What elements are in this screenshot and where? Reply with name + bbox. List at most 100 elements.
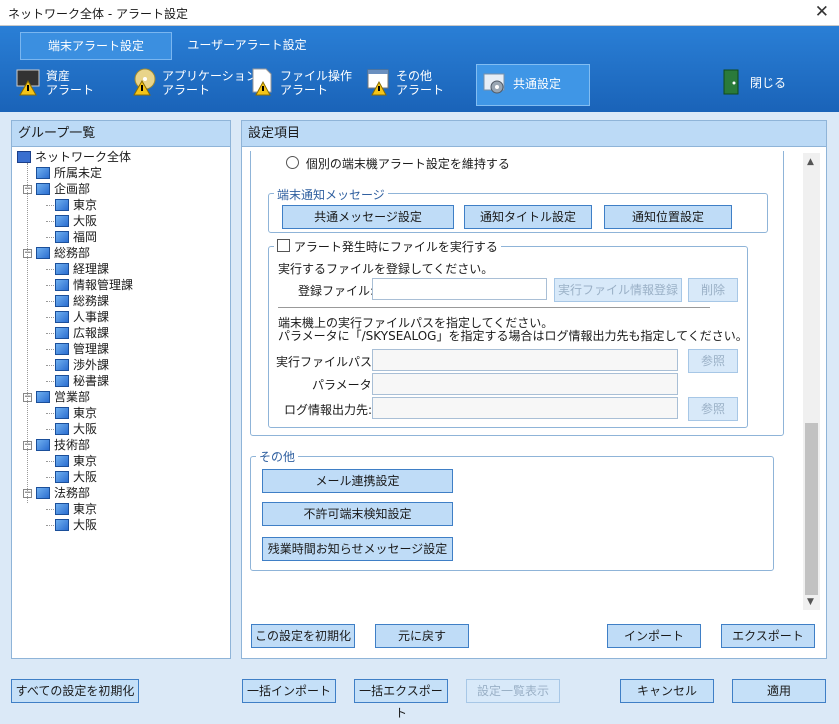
tree-node-label: 大阪	[73, 518, 98, 532]
file-operation-alert-button[interactable]: ファイル操作 アラート	[250, 64, 355, 104]
app-label-1: アプリケーション	[162, 69, 258, 83]
group-icon	[55, 455, 69, 467]
settings-scrollbar[interactable]: ▲ ▼	[803, 153, 820, 610]
bulk-import-button[interactable]: 一括インポート	[242, 679, 336, 703]
asset-warning-icon	[16, 69, 40, 96]
exec-file-info-button[interactable]: 実行ファイル情報登録	[554, 278, 682, 302]
file-label-2: アラート	[280, 83, 329, 97]
tree-node[interactable]: 総務課	[55, 293, 109, 309]
delete-button[interactable]: 削除	[688, 278, 738, 302]
tab-user-alert[interactable]: ユーザーアラート設定	[172, 32, 322, 58]
other-label-1: その他	[396, 69, 433, 83]
tree-node[interactable]: 法務部	[36, 485, 90, 501]
export-button[interactable]: エクスポート	[721, 624, 815, 648]
tree-node[interactable]: 経理課	[55, 261, 109, 277]
apply-button[interactable]: 適用	[732, 679, 826, 703]
tree-node-label: 総務課	[73, 294, 110, 308]
browse-path-button[interactable]: 参照	[688, 349, 738, 373]
close-button[interactable]: 閉じる	[720, 64, 800, 104]
application-alert-button[interactable]: アプリケーション アラート	[132, 64, 258, 104]
tree-node-label: 広報課	[73, 326, 110, 340]
tree-node[interactable]: 渉外課	[55, 357, 109, 373]
tree-connector	[46, 525, 54, 526]
tree-node[interactable]: 管理課	[55, 341, 109, 357]
tree-connector	[46, 269, 54, 270]
exec-path-input[interactable]	[372, 349, 678, 371]
scroll-down-icon[interactable]: ▼	[807, 597, 814, 607]
tree-node[interactable]: 大阪	[55, 213, 97, 229]
tree-node[interactable]: 福岡	[55, 229, 97, 245]
log-output-label: ログ情報出力先:	[284, 403, 373, 417]
tree-connector	[46, 349, 54, 350]
tree-connector	[46, 381, 54, 382]
tree-node[interactable]: 東京	[55, 405, 97, 421]
tree-connector	[46, 429, 54, 430]
tree-node[interactable]: 東京	[55, 501, 97, 517]
tree-node[interactable]: ネットワーク全体	[17, 149, 131, 165]
tree-node-label: 東京	[73, 198, 98, 212]
tree-node[interactable]: 所属未定	[36, 165, 102, 181]
common-settings-button[interactable]: 共通設定	[476, 64, 590, 106]
unauthorized-detection-button[interactable]: 不許可端末検知設定	[262, 502, 453, 526]
settings-list-button[interactable]: 設定一覧表示	[466, 679, 560, 703]
tree-node[interactable]: 広報課	[55, 325, 109, 341]
tab-label: ユーザーアラート設定	[187, 38, 307, 52]
scroll-up-icon[interactable]: ▲	[807, 157, 814, 167]
group-icon	[55, 359, 69, 371]
tree-node[interactable]: 東京	[55, 197, 97, 213]
title-bar: ネットワーク全体 - アラート設定 ✕	[0, 0, 839, 26]
tree-node[interactable]: 技術部	[36, 437, 90, 453]
group-icon	[55, 423, 69, 435]
tree-connector	[46, 317, 54, 318]
bulk-export-button[interactable]: 一括エクスポート	[354, 679, 448, 720]
other-alert-button[interactable]: その他 アラート	[366, 64, 466, 104]
tree-node[interactable]: 営業部	[36, 389, 90, 405]
scroll-thumb[interactable]	[805, 423, 818, 595]
tree-node-label: 大阪	[73, 422, 98, 436]
revert-button[interactable]: 元に戻す	[375, 624, 469, 648]
settings-content: 個別の端末機アラート設定を維持する 端末通知メッセージ 共通メッセージ設定 通知…	[250, 151, 800, 609]
window-warning-icon	[367, 69, 389, 96]
group-icon	[55, 311, 69, 323]
common-settings-label: 共通設定	[513, 77, 562, 91]
tab-terminal-alert[interactable]: 端末アラート設定	[20, 32, 172, 60]
tree-node[interactable]: 大阪	[55, 421, 97, 437]
exec-checkbox[interactable]: アラート発生時にファイルを実行する	[274, 238, 501, 255]
tree-node[interactable]: 大阪	[55, 469, 97, 485]
common-message-button[interactable]: 共通メッセージ設定	[282, 205, 454, 229]
asset-label-2: アラート	[46, 83, 95, 97]
tree-node-label: 営業部	[54, 390, 91, 404]
close-icon[interactable]: ✕	[815, 2, 829, 22]
file-warning-icon	[252, 68, 272, 96]
overtime-message-button[interactable]: 残業時間お知らせメッセージ設定	[262, 537, 453, 561]
reset-all-button[interactable]: すべての設定を初期化	[11, 679, 139, 703]
tree-node[interactable]: 人事課	[55, 309, 109, 325]
group-icon	[36, 183, 50, 195]
tree-node-label: 秘書課	[73, 374, 110, 388]
keep-individual-radio[interactable]: 個別の端末機アラート設定を維持する	[286, 155, 510, 172]
notify-title-button[interactable]: 通知タイトル設定	[464, 205, 592, 229]
tree-node[interactable]: 秘書課	[55, 373, 109, 389]
tree-node[interactable]: 総務部	[36, 245, 90, 261]
tree-node-label: 東京	[73, 406, 98, 420]
tree-node[interactable]: 大阪	[55, 517, 97, 533]
register-file-input[interactable]	[372, 278, 547, 300]
notify-position-button[interactable]: 通知位置設定	[604, 205, 732, 229]
log-output-input[interactable]	[372, 397, 678, 419]
asset-alert-button[interactable]: 資産 アラート	[16, 64, 116, 104]
parameter-input[interactable]	[372, 373, 678, 395]
import-button[interactable]: インポート	[607, 624, 701, 648]
mail-integration-button[interactable]: メール連携設定	[262, 469, 453, 493]
exec-note-2: パラメータに「/SKYSEALOG」を指定する場合はログ情報出力先も指定してくだ…	[278, 329, 748, 343]
group-icon	[55, 199, 69, 211]
tree-node[interactable]: 情報管理課	[55, 277, 133, 293]
tree-node-label: 福岡	[73, 230, 98, 244]
tree-connector	[46, 285, 54, 286]
cancel-button[interactable]: キャンセル	[620, 679, 714, 703]
reset-setting-button[interactable]: この設定を初期化	[251, 624, 355, 648]
group-icon	[55, 503, 69, 515]
tree-node[interactable]: 企画部	[36, 181, 90, 197]
tree-node[interactable]: 東京	[55, 453, 97, 469]
browse-log-button[interactable]: 参照	[688, 397, 738, 421]
tree-node-label: ネットワーク全体	[35, 150, 132, 164]
